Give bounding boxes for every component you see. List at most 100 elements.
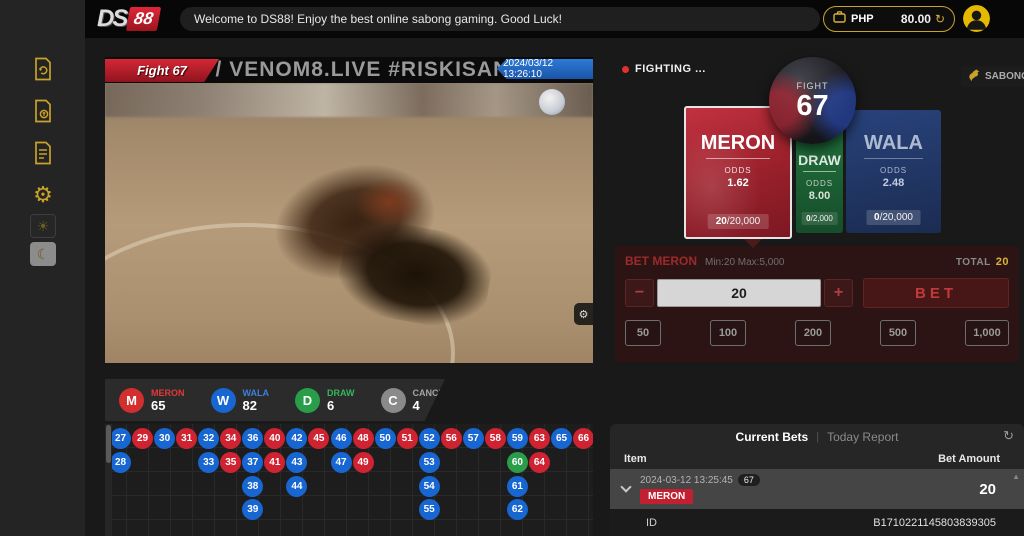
odds-label: ODDS xyxy=(880,166,907,175)
result-ball: 46 xyxy=(331,428,352,449)
card-bet-total: 0/20,000 xyxy=(866,210,921,225)
card-bet-total: 20/20,000 xyxy=(708,214,769,229)
wala-circle-icon: W xyxy=(211,388,236,413)
fight-number-badge: Fight 67 xyxy=(105,59,219,82)
chip-100[interactable]: 100 xyxy=(710,320,746,346)
result-ball: 54 xyxy=(419,476,440,497)
wallet-refresh-icon[interactable]: ↻ xyxy=(935,12,945,26)
result-ball: 34 xyxy=(220,428,241,449)
bets-refresh-icon[interactable]: ↻ xyxy=(1003,428,1014,444)
bet-row[interactable]: 2024-03-12 13:25:45 67 MERON 20 ▲ xyxy=(610,469,1024,509)
chevron-down-icon xyxy=(620,481,631,492)
document-list-icon xyxy=(32,141,54,165)
bet-panel-header: BET MERON Min:20 Max:5,000 TOTAL20 xyxy=(625,254,1009,268)
stream-timestamp-badge: 2024/03/12 13:26:10 xyxy=(497,59,593,79)
result-ball: 37 xyxy=(242,452,263,473)
settings-button[interactable]: ⚙ xyxy=(28,180,58,210)
result-ball: 61 xyxy=(507,476,528,497)
summary-cancel: C CANCEL 4 xyxy=(381,388,451,413)
result-ball: 60 xyxy=(507,452,528,473)
transactions-button[interactable] xyxy=(28,96,58,126)
card-divider xyxy=(864,158,923,159)
tab-current-bets[interactable]: Current Bets xyxy=(736,430,809,444)
video-settings-tab[interactable]: ⚙ xyxy=(574,303,593,325)
report-button[interactable] xyxy=(28,138,58,168)
result-ball: 50 xyxy=(375,428,396,449)
dark-mode-button[interactable]: ☾ xyxy=(30,242,56,266)
logo-ds-text: DS xyxy=(97,5,126,33)
meron-bet-card[interactable]: MERON ODDS 1.62 20/20,000 xyxy=(684,106,792,239)
meron-circle-icon: M xyxy=(119,388,144,413)
result-ball: 35 xyxy=(220,452,241,473)
summary-count: 65 xyxy=(151,399,185,412)
brand-logo[interactable]: DS 88 xyxy=(97,5,159,33)
bet-time: 2024-03-12 13:25:45 xyxy=(640,475,733,486)
result-ball: 38 xyxy=(242,476,263,497)
moon-icon: ☾ xyxy=(37,246,50,263)
chip-500[interactable]: 500 xyxy=(880,320,916,346)
result-ball: 27 xyxy=(110,428,131,449)
column-bet-amount: Bet Amount xyxy=(938,453,1000,465)
scrollbar-thumb[interactable] xyxy=(106,425,111,463)
live-dot-icon xyxy=(622,66,629,73)
tab-separator: | xyxy=(816,431,819,443)
result-ball: 42 xyxy=(286,428,307,449)
provider-badge: SABONG xyxy=(961,66,1024,87)
fight-status: FIGHTING ... xyxy=(622,63,706,75)
result-ball: 39 xyxy=(242,499,263,520)
wala-bet-card[interactable]: WALA ODDS 2.48 0/20,000 xyxy=(846,110,941,233)
fight-word: FIGHT xyxy=(797,81,829,91)
result-ball: 64 xyxy=(529,452,550,473)
bet-button[interactable]: BET xyxy=(863,278,1009,308)
bet-id-row: ID B1710221145803839305 xyxy=(610,509,1024,536)
card-divider xyxy=(803,171,836,172)
result-ball: 31 xyxy=(176,428,197,449)
result-ball: 28 xyxy=(110,452,131,473)
scroll-up-icon[interactable]: ▲ xyxy=(1012,472,1020,481)
gear-icon: ⚙ xyxy=(33,184,53,206)
summary-wala: W WALA 82 xyxy=(211,388,270,413)
selected-card-pointer xyxy=(744,239,762,248)
result-ball: 32 xyxy=(198,428,219,449)
chip-50[interactable]: 50 xyxy=(625,320,661,346)
light-mode-button[interactable]: ☀ xyxy=(30,214,56,238)
app: ⚙ ☀ ☾ DS 88 Welcome to DS88! Enjoy the b… xyxy=(0,0,1024,536)
increase-bet-button[interactable]: + xyxy=(824,279,853,307)
logo-88-text: 88 xyxy=(126,7,161,31)
quick-bet-chips: 50 100 200 500 1,000 xyxy=(625,320,1009,346)
bet-amount-input[interactable] xyxy=(657,279,821,307)
bet-id-label: ID xyxy=(646,517,657,529)
result-ball: 55 xyxy=(419,499,440,520)
odds-label: ODDS xyxy=(724,166,751,175)
wallet-balance: 80.00 xyxy=(901,12,931,26)
card-title: MERON xyxy=(701,132,775,155)
results-summary-bar: M MERON 65 W WALA 82 D DRAW 6 C CANCEL xyxy=(105,379,445,421)
summary-count: 4 xyxy=(413,399,451,412)
card-title: WALA xyxy=(864,132,923,155)
bet-id-value: B1710221145803839305 xyxy=(873,517,996,529)
decrease-bet-button[interactable]: − xyxy=(625,279,654,307)
bet-side-title: BET MERON xyxy=(625,254,697,268)
result-ball: 51 xyxy=(397,428,418,449)
video-gear-icon: ⚙ xyxy=(579,308,589,321)
result-ball: 40 xyxy=(264,428,285,449)
chip-200[interactable]: 200 xyxy=(795,320,831,346)
result-ball: 65 xyxy=(551,428,572,449)
crowd-strip xyxy=(105,83,593,117)
result-ball: 56 xyxy=(441,428,462,449)
rooster-icon xyxy=(968,69,981,85)
wallet-pill[interactable]: PHP 80.00 ↻ xyxy=(823,6,955,32)
sun-icon: ☀ xyxy=(37,218,50,235)
live-video-player: UCUP4.LIVE / VENOM8.LIVE #RISKISAN xyxy=(105,57,593,363)
result-ball: 30 xyxy=(154,428,175,449)
tab-today-report[interactable]: Today Report xyxy=(827,430,898,444)
chip-1000[interactable]: 1,000 xyxy=(965,320,1009,346)
provider-name: SABONG xyxy=(985,71,1024,82)
user-avatar[interactable] xyxy=(963,5,990,32)
result-ball: 29 xyxy=(132,428,153,449)
results-scrollbar[interactable] xyxy=(105,424,112,536)
result-ball: 62 xyxy=(507,499,528,520)
result-ball: 43 xyxy=(286,452,307,473)
bets-column-headers: Item Bet Amount xyxy=(610,449,1024,469)
bet-records-button[interactable] xyxy=(28,54,58,84)
